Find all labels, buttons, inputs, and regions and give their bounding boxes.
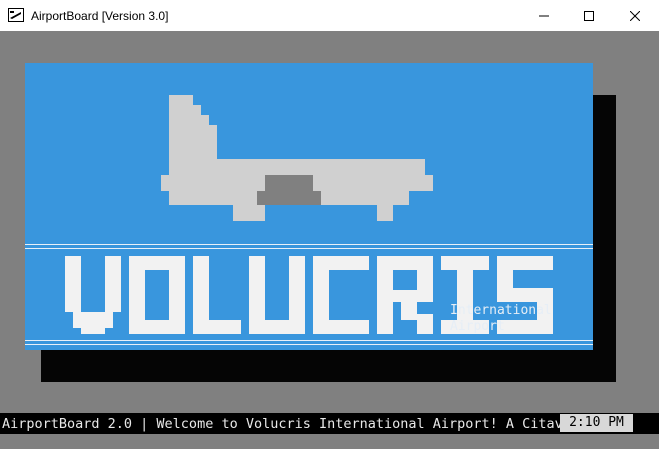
subtitle-line-international: International xyxy=(450,303,552,318)
maximize-icon xyxy=(584,10,594,21)
close-button[interactable] xyxy=(612,0,658,31)
clock: 2:10 PM xyxy=(560,414,633,432)
airport-subtitle: International Airport xyxy=(450,303,552,335)
news-ticker: AirportBoard 2.0 | Welcome to Volucris I… xyxy=(2,416,560,432)
subtitle-line-airport: Airport xyxy=(450,319,505,334)
close-icon xyxy=(630,10,640,21)
airport-board: International Airport xyxy=(25,63,593,350)
app-icon xyxy=(8,8,24,22)
minimize-icon xyxy=(539,15,549,16)
title-bar[interactable]: AirportBoard [Version 3.0] xyxy=(0,0,659,32)
window-title: AirportBoard [Version 3.0] xyxy=(31,9,169,23)
maximize-button[interactable] xyxy=(566,0,612,31)
minimize-button[interactable] xyxy=(521,0,567,31)
separator-bottom xyxy=(25,340,593,345)
separator-top xyxy=(25,244,593,249)
console-bottom xyxy=(0,434,659,449)
